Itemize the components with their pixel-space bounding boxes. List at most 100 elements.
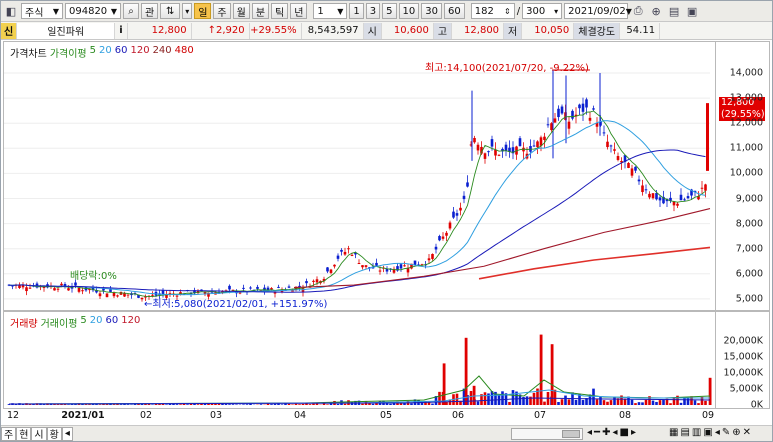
zoom-out-icon[interactable]: ◂: [587, 427, 592, 438]
candle-body: [592, 108, 595, 110]
candle-body: [462, 195, 466, 200]
volume-bar: [595, 399, 599, 405]
chevron-down-icon: ▼: [52, 6, 59, 16]
candle-body: [630, 168, 634, 176]
chevron-down-icon[interactable]: ▾: [182, 3, 193, 19]
prev-icon[interactable]: ◂: [612, 427, 617, 438]
bottom-tab-4[interactable]: 황: [46, 426, 62, 441]
candle-body: [700, 187, 704, 189]
tool-icon[interactable]: ✎: [722, 427, 730, 438]
period-tick-button[interactable]: 틱: [271, 3, 289, 19]
search-icon[interactable]: ⌕: [123, 3, 139, 19]
volume-bar: [329, 403, 333, 405]
left-icon[interactable]: ◂: [715, 427, 720, 438]
scrollbar-thumb[interactable]: [562, 430, 580, 438]
quick-10-button[interactable]: 10: [398, 3, 420, 19]
volume-bar: [371, 403, 375, 405]
favorites-button[interactable]: 관: [141, 3, 159, 19]
count-stepper[interactable]: 182 ⇕: [470, 3, 515, 19]
total-count-field[interactable]: 300 ▾: [522, 3, 563, 19]
close-icon[interactable]: ✕: [743, 427, 751, 438]
split-icon[interactable]: ▥: [692, 427, 701, 438]
candle-body: [543, 136, 546, 140]
bottom-tab-2[interactable]: 현: [16, 426, 32, 441]
candle-body: [487, 151, 490, 153]
candle-body: [616, 156, 620, 160]
period-week-button[interactable]: 주: [213, 3, 231, 19]
candle-body: [448, 222, 452, 229]
sort-icon[interactable]: ⇅: [160, 3, 181, 19]
volume-bar: [273, 403, 277, 405]
x-axis-tick: 08: [618, 410, 632, 421]
volume-bar: [508, 401, 511, 405]
stock-code-input[interactable]: 094820 ▼: [65, 3, 121, 19]
quick-5-button[interactable]: 5: [382, 3, 397, 19]
candle-body: [242, 287, 245, 289]
chart-scrollbar[interactable]: [511, 428, 583, 440]
volume-bar: [557, 402, 560, 405]
table-icon[interactable]: ▤: [666, 3, 682, 19]
candle-body: [553, 118, 557, 123]
print-icon[interactable]: ⎙: [630, 3, 646, 19]
quick-1-button[interactable]: 1: [349, 3, 364, 19]
volume-bar: [154, 403, 158, 405]
candle-body: [326, 267, 329, 272]
list-icon[interactable]: ▤: [680, 427, 689, 438]
period-minute-button[interactable]: 분: [251, 3, 270, 19]
candle-body: [56, 288, 60, 290]
zoom-icon[interactable]: ⊕: [732, 427, 740, 438]
zoom-icon[interactable]: ⊕: [648, 3, 664, 19]
volume-bar: [165, 404, 168, 405]
next-icon[interactable]: ▸: [631, 427, 636, 438]
price-axis-tick: 5,000: [735, 293, 763, 305]
plus-icon[interactable]: ✚: [602, 427, 610, 438]
x-axis: 12 2021/01 02 03 04 05 06 07 08 09: [3, 409, 770, 423]
volume-bar: [186, 404, 189, 405]
candle-body: [504, 144, 508, 151]
period-day-button[interactable]: 일: [194, 3, 212, 19]
volume-chart-panel[interactable]: 거래량 거래이평 5 20 60 120 20,000K 15,000K 10,00…: [3, 311, 770, 411]
candle-body: [81, 290, 84, 292]
candle-body: [53, 288, 56, 291]
volume-bar: [259, 404, 263, 405]
candle-body: [679, 194, 683, 201]
chart-menu-icon[interactable]: ◧: [3, 3, 19, 19]
volume-bar: [644, 399, 648, 405]
candle-body: [105, 293, 109, 298]
date-picker[interactable]: 2021/09/02 ▼: [564, 3, 632, 19]
strength-label: 체결강도: [574, 22, 621, 39]
minus-icon[interactable]: ━: [594, 427, 600, 438]
volume-bar: [655, 401, 658, 405]
candle-body: [560, 106, 564, 114]
grid-icon[interactable]: ▦: [669, 427, 678, 438]
bottom-tab-1[interactable]: 주: [1, 426, 17, 441]
volume-bar: [270, 404, 273, 405]
period-year-button[interactable]: 년: [290, 3, 308, 19]
candle-body: [28, 287, 32, 289]
vol-ma60-legend: 60: [105, 315, 119, 326]
stop-icon[interactable]: ■: [619, 427, 628, 438]
volume-bar: [679, 402, 683, 405]
unit-select[interactable]: 1 ▼: [313, 3, 348, 19]
candle-body: [116, 295, 119, 297]
volume-bar: [175, 404, 179, 405]
bottom-tab-3[interactable]: 시: [31, 426, 47, 441]
quick-60-button[interactable]: 60: [444, 3, 465, 19]
quick-30-button[interactable]: 30: [421, 3, 443, 19]
candle-body: [364, 265, 368, 267]
chart-window: ◧ 주식 ▼ 094820 ▼ ⌕ 관 ⇅ ▾ 일 주 월 분 틱 년 1 ▼ …: [0, 0, 773, 442]
period-month-button[interactable]: 월: [232, 3, 250, 19]
lock-icon[interactable]: ▣: [684, 3, 700, 19]
stock-info-button[interactable]: i: [115, 22, 128, 39]
layout-icon[interactable]: ▣: [703, 427, 712, 438]
volume-bar: [119, 404, 123, 405]
quick-3-button[interactable]: 3: [365, 3, 381, 19]
scroll-left-icon[interactable]: ◂: [61, 426, 73, 441]
candle-body: [704, 184, 707, 191]
price-chart-panel[interactable]: 가격차트 가격이평 5 20 60 120 240 480 최고:14,100(…: [3, 41, 770, 311]
market-type-select[interactable]: 주식 ▼: [21, 3, 63, 19]
volume-bar: [469, 390, 473, 405]
quote-bar: 신 일진파워 i 12,800 ↑2,920 +29.55% 8,543,597…: [1, 22, 772, 40]
candle-body: [641, 185, 644, 193]
volume-bar: [574, 399, 578, 405]
